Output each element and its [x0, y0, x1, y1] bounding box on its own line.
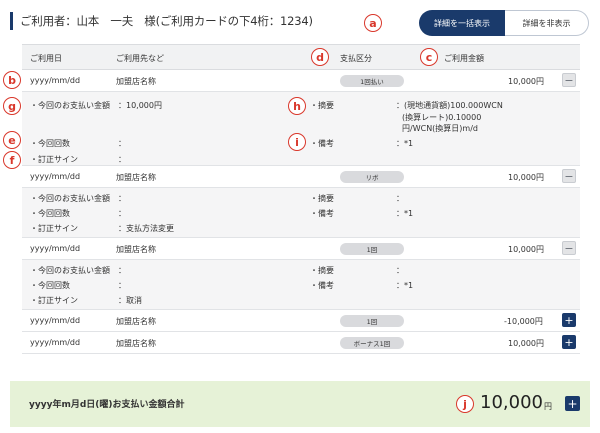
- detail-value-summary-line2: (換算レート)0.10000: [402, 113, 482, 122]
- detail-label-current-count: ・今回回数: [30, 281, 70, 290]
- detail-value-summary: ：: [396, 194, 404, 203]
- marker-b: b: [3, 71, 21, 89]
- table-row[interactable]: yyyy/mm/dd 加盟店名称 1回 -10,000円 +: [22, 310, 580, 332]
- detail-value-summary-line3: 円/WCN(換算日)m/d: [402, 124, 478, 133]
- expand-row-button[interactable]: +: [562, 313, 576, 327]
- detail-value-current-payment: ：: [118, 266, 126, 275]
- detail-value-remarks: ：*1: [396, 209, 414, 218]
- total-label: yyyy年m月d日(曜)お支払い金額合計: [29, 400, 185, 410]
- row-date: yyyy/mm/dd: [30, 244, 81, 253]
- row-detail: ・今回のお支払い金額 ： ・今回回数 ： ・訂正サイン ：支払方法変更 ・摘要 …: [22, 188, 580, 238]
- row-merchant: 加盟店名称: [116, 339, 156, 348]
- hide-all-details-button[interactable]: 詳細を非表示: [505, 10, 589, 36]
- detail-value-summary: ：: [396, 266, 404, 275]
- show-all-details-button[interactable]: 詳細を一括表示: [419, 10, 505, 36]
- detail-value-current-count: ：: [118, 139, 126, 148]
- detail-value-current-count: ：: [118, 209, 126, 218]
- payment-type-badge: 1回: [340, 315, 404, 327]
- detail-label-remarks: ・備考: [310, 139, 334, 148]
- collapse-row-button[interactable]: −: [562, 241, 576, 255]
- row-date: yyyy/mm/dd: [30, 172, 81, 181]
- column-date: ご利用日: [30, 54, 62, 63]
- detail-value-remarks: ：*1: [396, 139, 414, 148]
- expand-row-button[interactable]: +: [562, 335, 576, 349]
- table-row[interactable]: yyyy/mm/dd 加盟店名称 1回 10,000円 −: [22, 238, 580, 260]
- detail-value-current-count: ：: [118, 281, 126, 290]
- row-detail: ・今回のお支払い金額 ： ・今回回数 ： ・訂正サイン ：取消 ・摘要 ： ・備…: [22, 260, 580, 310]
- marker-h: h: [288, 97, 306, 115]
- row-date: yyyy/mm/dd: [30, 338, 81, 347]
- row-merchant: 加盟店名称: [116, 77, 156, 86]
- detail-value-correction-sign: ：支払方法変更: [118, 224, 174, 233]
- detail-label-summary: ・摘要: [310, 266, 334, 275]
- table-row[interactable]: yyyy/mm/dd 加盟店名称 ボーナス1回 10,000円 +: [22, 332, 580, 354]
- detail-label-current-payment: ・今回のお支払い金額: [30, 266, 110, 275]
- marker-a: a: [364, 14, 382, 32]
- marker-f: f: [3, 151, 21, 169]
- table-header: ご利用日 ご利用先など 支払区分 ご利用金額: [22, 44, 580, 70]
- payment-total-panel: yyyy年m月d日(曜)お支払い金額合計 j 10,000 円 +: [10, 381, 590, 427]
- detail-label-remarks: ・備考: [310, 209, 334, 218]
- payment-type-badge: ボーナス1回: [340, 337, 404, 349]
- collapse-row-button[interactable]: −: [562, 73, 576, 87]
- column-amount: ご利用金額: [444, 54, 484, 63]
- detail-label-remarks: ・備考: [310, 281, 334, 290]
- detail-toggle-group: 詳細を一括表示 詳細を非表示: [419, 10, 589, 36]
- row-amount: 10,000円: [508, 245, 544, 254]
- total-unit: 円: [544, 402, 552, 411]
- cardholder-title: ご利用者：山本 一夫 様(ご利用カードの下4桁：1234): [20, 14, 313, 28]
- detail-value-correction-sign: ：: [118, 155, 126, 164]
- marker-j: j: [456, 395, 474, 413]
- header-accent-bar: [10, 12, 13, 30]
- table-row[interactable]: yyyy/mm/dd 加盟店名称 1回払い 10,000円 −: [22, 70, 580, 92]
- detail-value-current-payment: ：: [118, 194, 126, 203]
- statement-header: ご利用者：山本 一夫 様(ご利用カードの下4桁：1234) 詳細を一括表示 詳細…: [10, 10, 590, 36]
- table-row[interactable]: yyyy/mm/dd 加盟店名称 リボ 10,000円 −: [22, 166, 580, 188]
- marker-d: d: [311, 48, 329, 66]
- total-amount: 10,000: [480, 392, 543, 413]
- row-date: yyyy/mm/dd: [30, 316, 81, 325]
- detail-value-remarks: ：*1: [396, 281, 414, 290]
- marker-i: i: [288, 133, 306, 151]
- row-amount: 10,000円: [508, 173, 544, 182]
- collapse-row-button[interactable]: −: [562, 169, 576, 183]
- detail-label-correction-sign: ・訂正サイン: [30, 296, 78, 305]
- marker-g: g: [3, 97, 21, 115]
- detail-value-current-payment: ：10,000円: [118, 101, 162, 110]
- column-payment-type: 支払区分: [340, 54, 372, 63]
- usage-table: ご利用日 ご利用先など 支払区分 ご利用金額 yyyy/mm/dd 加盟店名称 …: [22, 44, 580, 354]
- column-merchant: ご利用先など: [116, 54, 164, 63]
- detail-label-current-payment: ・今回のお支払い金額: [30, 101, 110, 110]
- marker-e: e: [3, 131, 21, 149]
- marker-c: c: [420, 48, 438, 66]
- row-date: yyyy/mm/dd: [30, 76, 81, 85]
- detail-label-correction-sign: ・訂正サイン: [30, 224, 78, 233]
- row-amount: -10,000円: [504, 317, 543, 326]
- detail-label-current-count: ・今回回数: [30, 209, 70, 218]
- row-amount: 10,000円: [508, 339, 544, 348]
- payment-type-badge: 1回: [340, 243, 404, 255]
- row-merchant: 加盟店名称: [116, 245, 156, 254]
- detail-label-summary: ・摘要: [310, 101, 334, 110]
- detail-value-summary-line1: ：(現地通貨額)100.000WCN: [396, 101, 503, 110]
- detail-label-current-payment: ・今回のお支払い金額: [30, 194, 110, 203]
- detail-label-summary: ・摘要: [310, 194, 334, 203]
- row-amount: 10,000円: [508, 77, 544, 86]
- payment-type-badge: リボ: [340, 171, 404, 183]
- payment-type-badge: 1回払い: [340, 75, 404, 87]
- row-merchant: 加盟店名称: [116, 173, 156, 182]
- detail-value-correction-sign: ：取消: [118, 296, 142, 305]
- detail-label-current-count: ・今回回数: [30, 139, 70, 148]
- row-merchant: 加盟店名称: [116, 317, 156, 326]
- expand-total-button[interactable]: +: [565, 396, 580, 411]
- detail-label-correction-sign: ・訂正サイン: [30, 155, 78, 164]
